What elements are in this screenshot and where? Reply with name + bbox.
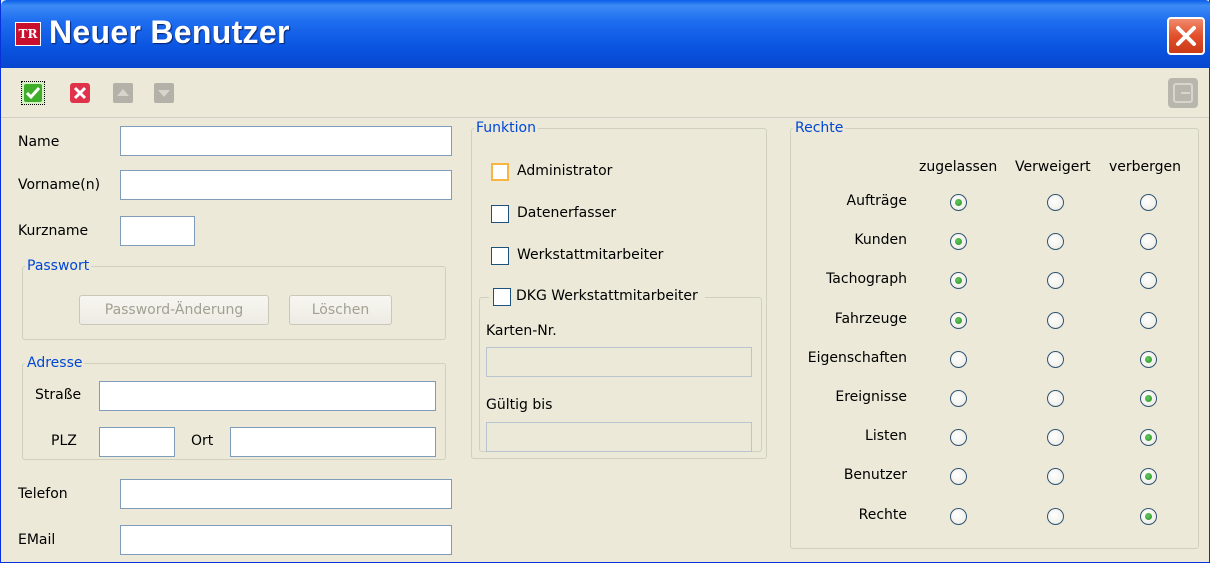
title-bar[interactable]: TR Neuer Benutzer xyxy=(1,0,1210,68)
rechte-row-label: Kunden xyxy=(854,232,907,248)
col-verbergen-header: verbergen xyxy=(1109,159,1182,175)
close-window-button[interactable] xyxy=(1167,17,1205,55)
rechte-radio-zugelassen[interactable] xyxy=(950,272,967,289)
gueltig-bis-label: Gültig bis xyxy=(486,397,553,413)
strasse-input[interactable] xyxy=(99,381,436,411)
checkmark-icon xyxy=(24,84,42,102)
rechte-radio-zugelassen[interactable] xyxy=(950,312,967,329)
rechte-row-label: Tachograph xyxy=(826,271,907,287)
rechte-radio-verbergen[interactable] xyxy=(1140,233,1157,250)
col-zugelassen-header: zugelassen xyxy=(919,159,998,175)
kurzname-label: Kurzname xyxy=(18,223,89,239)
app-logo-icon: TR xyxy=(15,22,41,46)
karten-nr-input[interactable] xyxy=(486,347,752,377)
rechte-radio-zugelassen[interactable] xyxy=(950,468,967,485)
rechte-group: Rechte xyxy=(790,120,1199,549)
rechte-radio-verweigert[interactable] xyxy=(1047,468,1064,485)
rechte-radio-verweigert[interactable] xyxy=(1047,351,1064,368)
rechte-row-label: Listen xyxy=(865,428,907,444)
arrow-down-icon xyxy=(154,83,174,103)
cancel-button[interactable] xyxy=(68,81,92,105)
werkstattmitarbeiter-label: Werkstattmitarbeiter xyxy=(517,247,664,263)
window-title: Neuer Benutzer xyxy=(49,14,290,50)
rechte-radio-verweigert[interactable] xyxy=(1047,233,1064,250)
kurzname-input[interactable] xyxy=(120,216,195,246)
rechte-radio-verbergen[interactable] xyxy=(1140,351,1157,368)
rechte-radio-verbergen[interactable] xyxy=(1140,312,1157,329)
vorname-label: Vorname(n) xyxy=(18,177,101,193)
rechte-radio-verbergen[interactable] xyxy=(1140,390,1157,407)
adresse-legend: Adresse xyxy=(27,355,83,371)
rechte-row-label: Rechte xyxy=(858,507,907,523)
cancel-x-icon xyxy=(70,83,90,103)
datenerfasser-checkbox[interactable] xyxy=(491,205,509,223)
arrow-up-icon xyxy=(113,83,133,103)
password-change-button[interactable]: Password-Änderung xyxy=(79,295,269,325)
close-icon xyxy=(1176,26,1196,46)
rechte-radio-zugelassen[interactable] xyxy=(950,233,967,250)
ok-button[interactable] xyxy=(21,81,45,105)
rechte-radio-verbergen[interactable] xyxy=(1140,272,1157,289)
rechte-legend: Rechte xyxy=(795,120,844,136)
ort-input[interactable] xyxy=(230,427,436,457)
exit-button[interactable] xyxy=(1168,78,1198,108)
telefon-input[interactable] xyxy=(120,479,452,509)
rechte-radio-zugelassen[interactable] xyxy=(950,351,967,368)
rechte-radio-verweigert[interactable] xyxy=(1047,272,1064,289)
move-up-button[interactable] xyxy=(111,81,135,105)
passwort-legend: Passwort xyxy=(27,258,90,274)
dkg-label: DKG Werkstattmitarbeiter xyxy=(516,288,698,304)
ort-label: Ort xyxy=(191,433,214,449)
administrator-checkbox[interactable] xyxy=(491,163,509,181)
plz-input[interactable] xyxy=(99,427,175,457)
name-input[interactable] xyxy=(120,126,452,156)
rechte-radio-zugelassen[interactable] xyxy=(950,508,967,525)
vorname-input[interactable] xyxy=(120,170,452,200)
rechte-row-label: Eigenschaften xyxy=(807,350,907,366)
gueltig-bis-input[interactable] xyxy=(486,422,752,452)
datenerfasser-label: Datenerfasser xyxy=(517,205,617,221)
user-dialog-window: TR Neuer Benutzer Name Vorname(n) Kurzna… xyxy=(0,0,1210,563)
rechte-row-label: Ereignisse xyxy=(835,389,907,405)
email-input[interactable] xyxy=(120,525,452,555)
rechte-radio-zugelassen[interactable] xyxy=(950,194,967,211)
werkstattmitarbeiter-checkbox[interactable] xyxy=(491,247,509,265)
rechte-radio-verweigert[interactable] xyxy=(1047,390,1064,407)
telefon-label: Telefon xyxy=(18,486,68,502)
rechte-row-label: Benutzer xyxy=(843,467,907,483)
rechte-radio-verweigert[interactable] xyxy=(1047,312,1064,329)
rechte-radio-zugelassen[interactable] xyxy=(950,429,967,446)
administrator-label: Administrator xyxy=(517,163,613,179)
dkg-checkbox[interactable] xyxy=(493,288,511,306)
rechte-radio-verweigert[interactable] xyxy=(1047,508,1064,525)
funktion-legend: Funktion xyxy=(476,120,536,136)
col-verweigert-header: Verweigert xyxy=(1015,159,1091,175)
rechte-radio-verbergen[interactable] xyxy=(1140,194,1157,211)
strasse-label: Straße xyxy=(35,387,82,403)
password-delete-button[interactable]: Löschen xyxy=(289,295,392,325)
toolbar xyxy=(1,68,1209,118)
rechte-row-label: Fahrzeuge xyxy=(834,311,907,327)
rechte-radio-verbergen[interactable] xyxy=(1140,468,1157,485)
rechte-radio-verweigert[interactable] xyxy=(1047,194,1064,211)
rechte-radio-verweigert[interactable] xyxy=(1047,429,1064,446)
karten-nr-label: Karten-Nr. xyxy=(486,323,557,339)
exit-door-icon xyxy=(1173,83,1193,103)
rechte-row-label: Aufträge xyxy=(846,193,907,209)
name-label: Name xyxy=(18,134,60,150)
move-down-button[interactable] xyxy=(152,81,176,105)
email-label: EMail xyxy=(18,532,56,548)
plz-label: PLZ xyxy=(51,433,77,449)
rechte-radio-zugelassen[interactable] xyxy=(950,390,967,407)
rechte-radio-verbergen[interactable] xyxy=(1140,508,1157,525)
rechte-radio-verbergen[interactable] xyxy=(1140,429,1157,446)
